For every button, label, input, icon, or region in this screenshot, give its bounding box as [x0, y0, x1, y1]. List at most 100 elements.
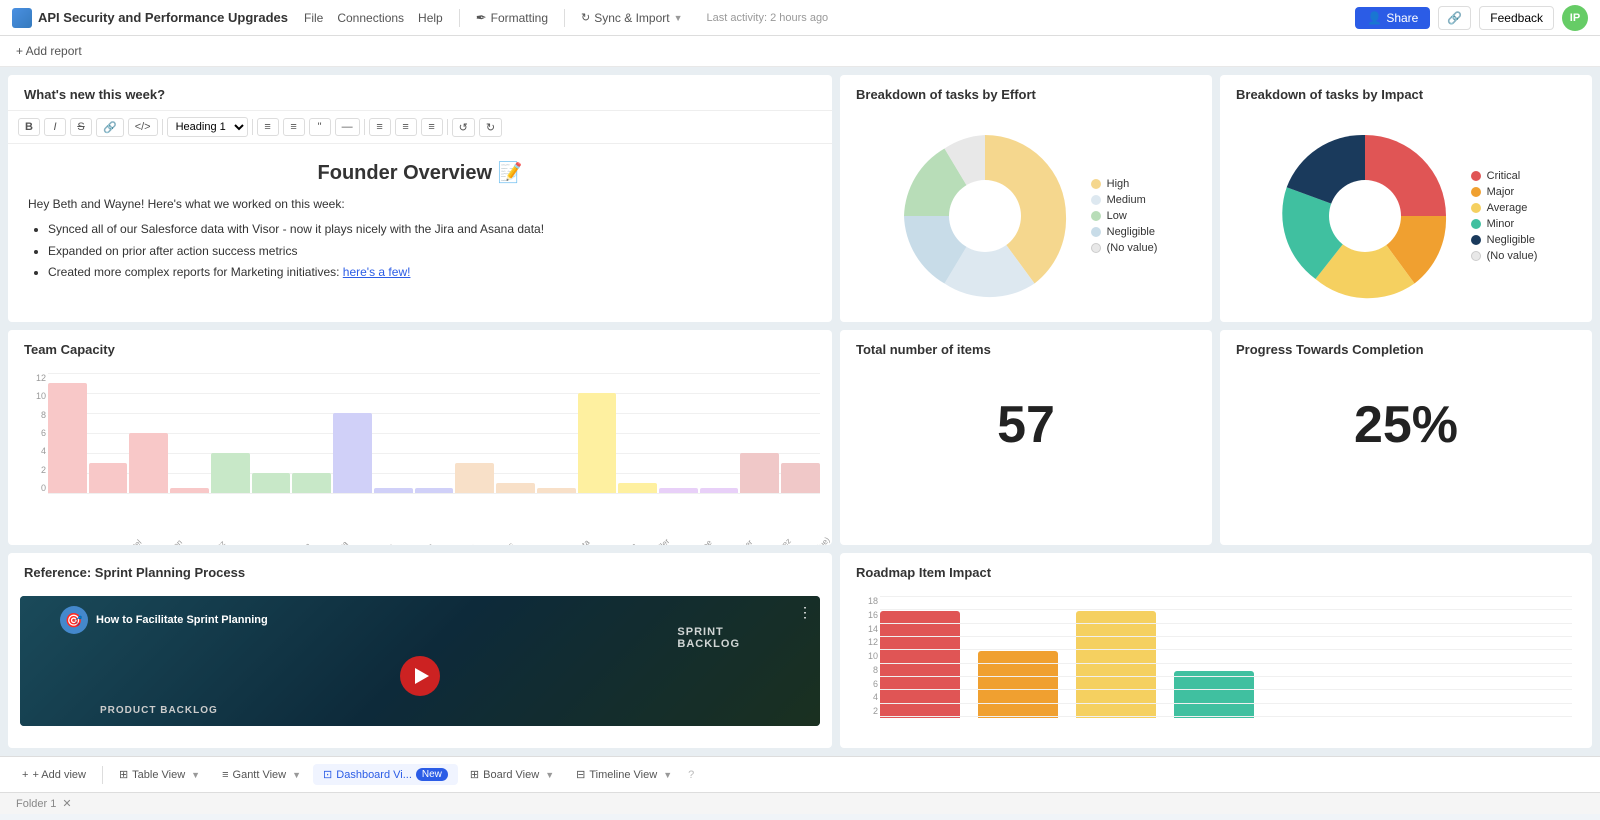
- gantt-view-chevron: ▼: [292, 770, 301, 780]
- reference-title: Reference: Sprint Planning Process: [8, 553, 832, 588]
- nav-connections[interactable]: Connections: [337, 11, 404, 25]
- legend-low-dot: [1091, 211, 1101, 221]
- legend-high-dot: [1091, 179, 1101, 189]
- bullet-3-link[interactable]: here's a few!: [343, 265, 411, 279]
- editor-toolbar: B I S 🔗 </> Heading 1Heading 2Normal ≡ ≡…: [8, 110, 832, 144]
- bar-isabella: Isabella Rodriguez: [496, 483, 535, 493]
- topbar-right: 👤 Share 🔗 Feedback IP: [1355, 5, 1588, 31]
- impact-minor-label: Minor: [1487, 218, 1515, 230]
- legend-medium-label: Medium: [1107, 194, 1146, 206]
- bar-jasmine: Jasmine Lee: [659, 488, 698, 493]
- add-report-bar: + Add report: [0, 36, 1600, 67]
- team-capacity-title: Team Capacity: [8, 330, 832, 365]
- quote-btn[interactable]: ": [309, 118, 331, 136]
- bold-btn[interactable]: B: [18, 118, 40, 136]
- bullet-2: Expanded on prior after action success m…: [48, 241, 812, 263]
- impact-legend-novalue: (No value): [1471, 250, 1538, 262]
- impact-average-label: Average: [1487, 202, 1528, 214]
- formatting-btn[interactable]: ✒ Formatting: [476, 10, 548, 26]
- legend-low: Low: [1091, 210, 1158, 222]
- video-thumbnail[interactable]: 🎯 How to Facilitate Sprint Planning SPRI…: [20, 596, 820, 726]
- ol-btn[interactable]: ≡: [257, 118, 279, 136]
- share-button[interactable]: 👤 Share: [1355, 7, 1430, 29]
- bullet-3: Created more complex reports for Marketi…: [48, 262, 812, 284]
- whats-new-card: What's new this week? B I S 🔗 </> Headin…: [8, 75, 832, 322]
- heading-select[interactable]: Heading 1Heading 2Normal: [167, 117, 248, 137]
- tab-add-view[interactable]: + + Add view: [12, 765, 96, 785]
- legend-novalue-label: (No value): [1107, 242, 1158, 254]
- nav-file[interactable]: File: [304, 11, 323, 25]
- tab-dashboard-view[interactable]: ⊡ Dashboard Vi... New: [313, 764, 458, 785]
- impact-negligible-label: Negligible: [1487, 234, 1535, 246]
- redo-btn[interactable]: ↻: [479, 118, 502, 137]
- app-title: API Security and Performance Upgrades: [38, 10, 288, 25]
- dashboard-view-label: Dashboard Vi...: [336, 769, 412, 781]
- team-capacity-card: Team Capacity 121086420: [8, 330, 832, 545]
- tab-gantt-view[interactable]: ≡ Gantt View ▼: [212, 765, 311, 785]
- gantt-view-label: Gantt View: [233, 769, 287, 781]
- video-subtitle: SPRINTBACKLOG: [677, 626, 740, 650]
- impact-chart-title: Breakdown of tasks by Impact: [1220, 75, 1592, 110]
- ul-btn[interactable]: ≡: [283, 118, 305, 136]
- impact-minor-dot: [1471, 219, 1481, 229]
- impact-legend-minor: Minor: [1471, 218, 1538, 230]
- align-right-btn[interactable]: ≡: [421, 118, 443, 136]
- nav-help[interactable]: Help: [418, 11, 443, 25]
- table-view-icon: ⊞: [119, 768, 128, 781]
- impact-novalue-label: (No value): [1487, 250, 1538, 262]
- progress-title: Progress Towards Completion: [1220, 330, 1592, 365]
- roadmap-title: Roadmap Item Impact: [840, 553, 1592, 588]
- topbar-nav: File Connections Help: [304, 11, 443, 25]
- video-header: 🎯 How to Facilitate Sprint Planning: [60, 606, 268, 634]
- divider-1: [459, 9, 460, 27]
- timeline-view-label: Timeline View: [589, 769, 657, 781]
- timeline-view-icon: ⊟: [576, 768, 585, 781]
- footer: Folder 1 ✕: [0, 792, 1600, 814]
- help-icon[interactable]: ?: [688, 769, 694, 781]
- undo-btn[interactable]: ↺: [452, 118, 475, 137]
- table-view-label: Table View: [132, 769, 185, 781]
- impact-chart-card: Breakdown of tasks by Impact Critical: [1220, 75, 1592, 322]
- play-button[interactable]: [400, 656, 440, 696]
- italic-btn[interactable]: I: [44, 118, 66, 136]
- roadmap-chart: 18161412108642: [840, 588, 1592, 748]
- align-left-btn[interactable]: ≡: [369, 118, 391, 136]
- avatar[interactable]: IP: [1562, 5, 1588, 31]
- bar-carlos: Carlos Rivera: [292, 473, 331, 493]
- impact-novalue-dot: [1471, 251, 1481, 261]
- sync-btn[interactable]: ↻ Sync & Import ▼: [581, 11, 683, 25]
- bar-sophia: Sophia Nguyen: [578, 393, 617, 493]
- tab-board-view[interactable]: ⊞ Board View ▼: [460, 764, 564, 785]
- legend-medium-dot: [1091, 195, 1101, 205]
- bar-aisha: Aisha Green: [129, 433, 168, 493]
- effort-pie-svg: [895, 126, 1075, 306]
- hr-btn[interactable]: —: [335, 118, 360, 136]
- folder-close-icon: ✕: [62, 797, 71, 810]
- align-center-btn[interactable]: ≡: [395, 118, 417, 136]
- strikethrough-btn[interactable]: S: [70, 118, 92, 136]
- tab-timeline-view[interactable]: ⊟ Timeline View ▼: [566, 764, 682, 785]
- roadmap-yaxis: 18161412108642: [844, 596, 878, 716]
- add-report-button[interactable]: + Add report: [16, 44, 82, 58]
- editor-content: Founder Overview 📝 Hey Beth and Wayne! H…: [8, 144, 832, 300]
- add-view-label: + Add view: [32, 769, 86, 781]
- bar-aiden: Aiden Miller: [618, 483, 657, 493]
- editor-title: Founder Overview 📝: [28, 160, 812, 185]
- video-menu-btn[interactable]: ⋮: [798, 604, 812, 621]
- impact-legend: Critical Major Average Minor Negligible: [1471, 170, 1538, 262]
- legend-medium: Medium: [1091, 194, 1158, 206]
- effort-chart-title: Breakdown of tasks by Effort: [840, 75, 1212, 110]
- folder-label: Folder 1: [16, 798, 56, 810]
- feedback-button[interactable]: Feedback: [1479, 6, 1554, 30]
- bullet-1: Synced all of our Salesforce data with V…: [48, 219, 812, 241]
- video-logo: 🎯: [60, 606, 88, 634]
- link-button[interactable]: 🔗: [1438, 6, 1471, 30]
- code-btn[interactable]: </>: [128, 118, 158, 136]
- link-btn[interactable]: 🔗: [96, 118, 124, 137]
- total-items-title: Total number of items: [840, 330, 1212, 365]
- board-view-label: Board View: [483, 769, 539, 781]
- video-title-text: How to Facilitate Sprint Planning: [96, 614, 268, 626]
- tab-table-view[interactable]: ⊞ Table View ▼: [109, 764, 210, 785]
- bar-maya: Maya Robinson: [374, 488, 413, 493]
- board-view-chevron: ▼: [545, 770, 554, 780]
